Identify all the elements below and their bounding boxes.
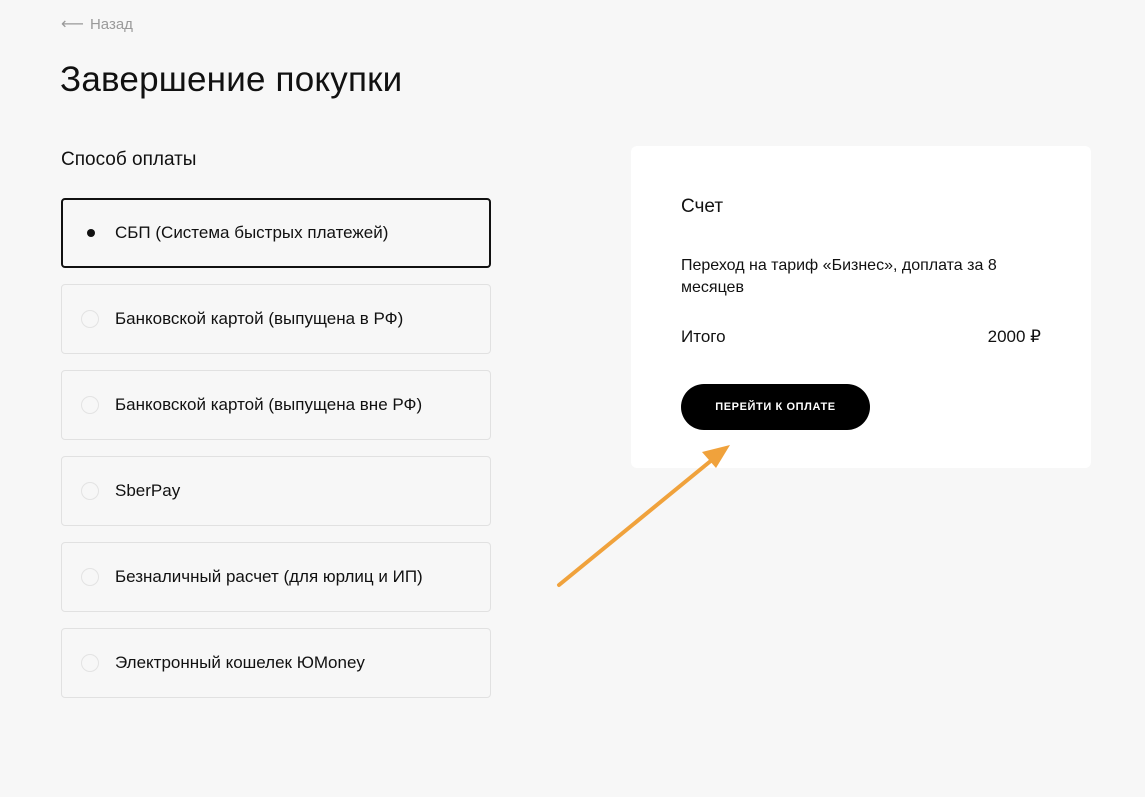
payment-method-sbp[interactable]: СБП (Система быстрых платежей) [61, 198, 491, 268]
radio-icon[interactable] [81, 482, 99, 500]
invoice-description: Переход на тариф «Бизнес», доплата за 8 … [681, 257, 997, 296]
invoice-card: Счет Переход на тариф «Бизнес», доплата … [631, 146, 1091, 468]
radio-icon[interactable] [81, 568, 99, 586]
checkout-page: ⟵ Назад Завершение покупки Способ оплаты… [0, 0, 1145, 797]
pay-button[interactable]: ПЕРЕЙТИ К ОПЛАТЕ [681, 384, 870, 430]
payment-method-card-foreign[interactable]: Банковской картой (выпущена вне РФ) [61, 370, 491, 440]
page-title: Завершение покупки [60, 60, 403, 99]
payment-method-bank-transfer[interactable]: Безналичный расчет (для юрлиц и ИП) [61, 542, 491, 612]
payment-method-yoomoney[interactable]: Электронный кошелек ЮMoney [61, 628, 491, 698]
radio-selected-icon[interactable] [82, 224, 100, 242]
payment-section-title: Способ оплаты [61, 149, 197, 170]
payment-method-label: Электронный кошелек ЮMoney [115, 653, 365, 672]
payment-method-label: СБП (Система быстрых платежей) [115, 223, 389, 242]
total-value: 2000 ₽ [987, 327, 1041, 346]
payment-method-label: Безналичный расчет (для юрлиц и ИП) [115, 567, 423, 586]
total-label: Итого [681, 327, 726, 346]
payment-method-card-ru[interactable]: Банковской картой (выпущена в РФ) [61, 284, 491, 354]
payment-method-label: SberPay [115, 481, 181, 500]
radio-icon[interactable] [81, 654, 99, 672]
payment-methods-list: СБП (Система быстрых платежей) Банковско… [61, 198, 491, 714]
back-link-label: Назад [89, 16, 133, 33]
payment-method-label: Банковской картой (выпущена в РФ) [115, 309, 404, 328]
arrow-left-icon: ⟵ [61, 15, 84, 33]
payment-method-sberpay[interactable]: SberPay [61, 456, 491, 526]
payment-method-label: Банковской картой (выпущена вне РФ) [115, 395, 423, 414]
invoice-title: Счет [681, 196, 724, 217]
radio-icon[interactable] [81, 396, 99, 414]
back-link[interactable]: ⟵ Назад [61, 16, 133, 33]
radio-icon[interactable] [81, 310, 99, 328]
